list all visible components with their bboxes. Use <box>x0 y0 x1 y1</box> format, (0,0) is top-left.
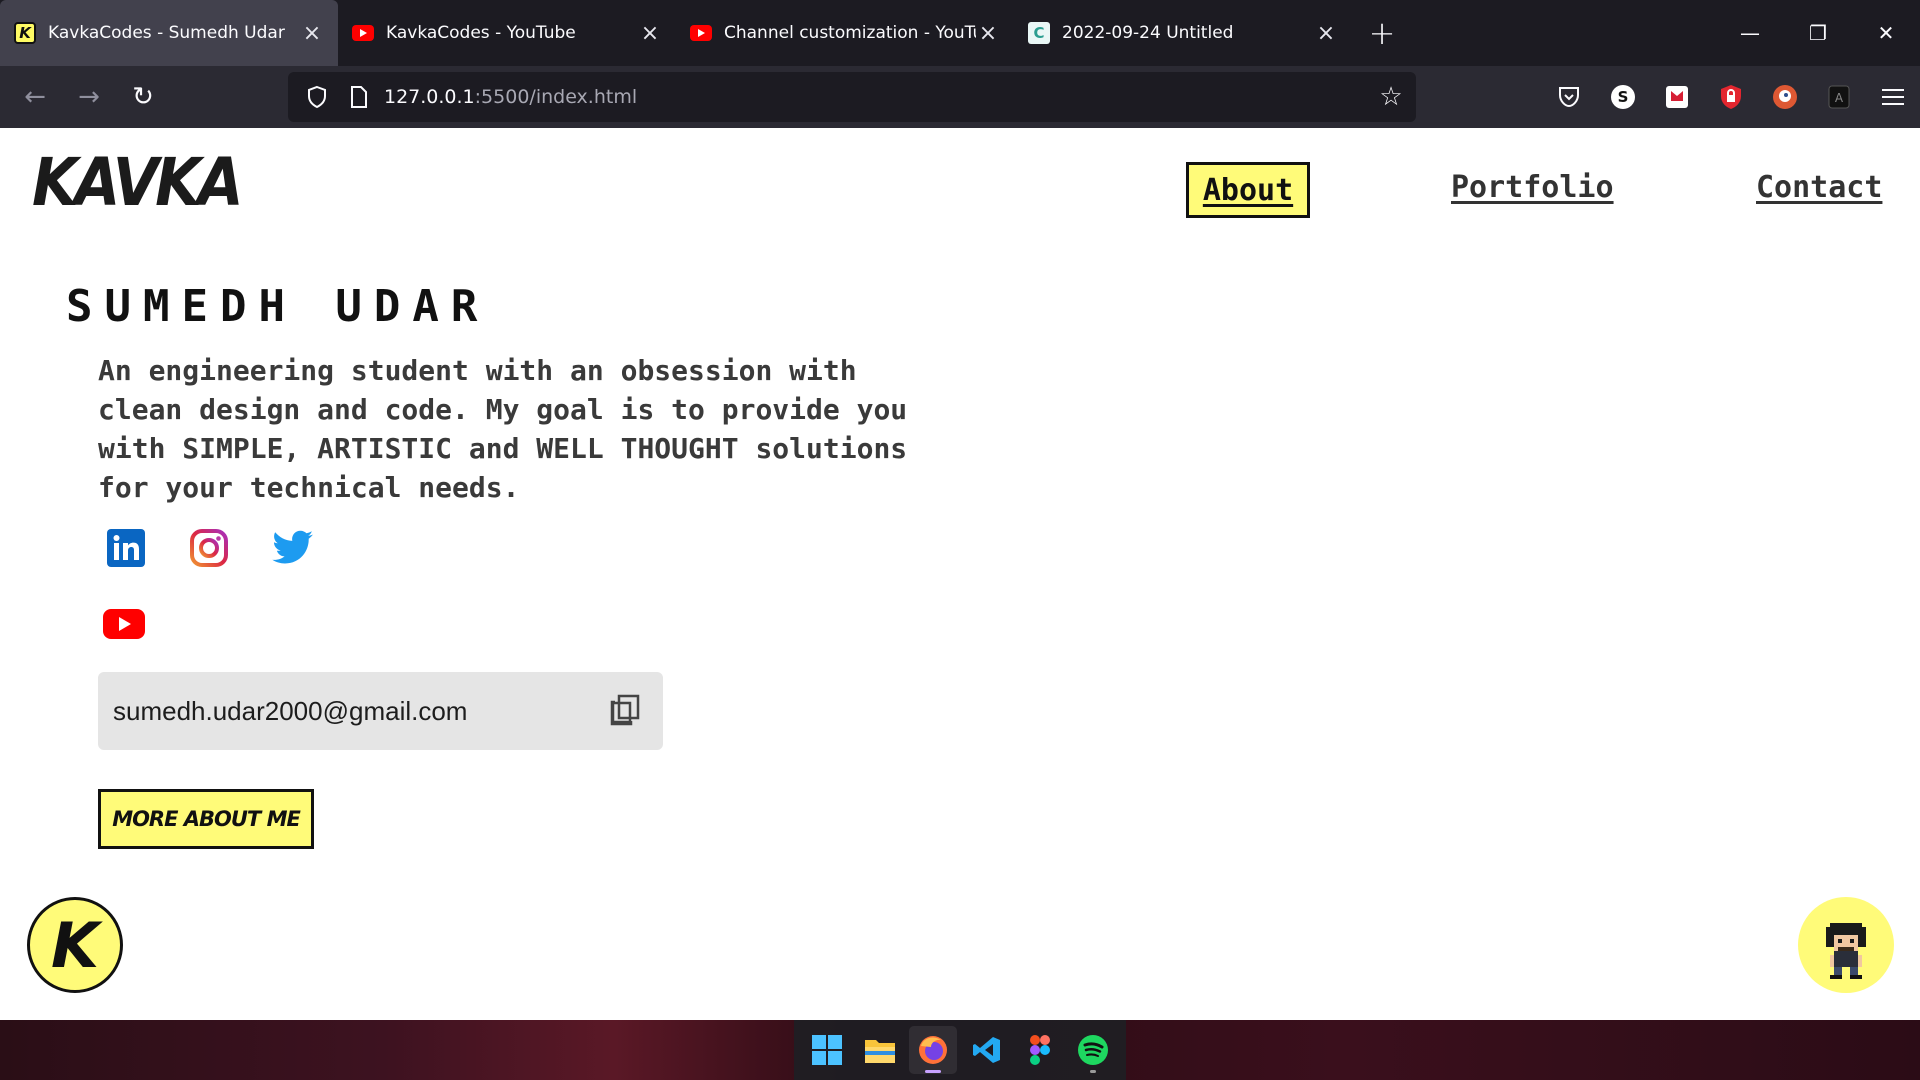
browser-tab-strip: K KavkaCodes - Sumedh Udar × KavkaCodes … <box>0 0 1920 66</box>
windows-start-icon[interactable] <box>803 1026 851 1074</box>
duckduckgo-icon[interactable] <box>1758 75 1812 119</box>
copy-icon[interactable] <box>607 692 643 728</box>
dark-extension-icon[interactable]: A <box>1812 75 1866 119</box>
bookmark-star-icon[interactable]: ☆ <box>1376 82 1406 112</box>
menu-hamburger-icon[interactable] <box>1866 75 1920 119</box>
linkedin-icon[interactable] <box>104 526 148 570</box>
tab-kavkacodes-sumedh-udar[interactable]: K KavkaCodes - Sumedh Udar × <box>0 0 338 66</box>
kavka-favicon-icon: K <box>14 22 36 44</box>
close-tab-icon[interactable]: × <box>976 21 1000 46</box>
active-app-indicator <box>925 1070 942 1073</box>
web-page: KAVKA About Portfolio Contact SUMEDH UDA… <box>0 128 1920 1020</box>
canva-favicon-icon: C <box>1028 22 1050 44</box>
browser-toolbar: ← → ↻ 127.0.0.1:5500/index.html ☆ S A <box>0 66 1920 128</box>
new-tab-button[interactable]: + <box>1352 0 1412 66</box>
forward-arrow-icon[interactable]: → <box>62 75 116 119</box>
pocket-icon[interactable] <box>1542 75 1596 119</box>
minimize-icon[interactable]: — <box>1716 0 1784 66</box>
svg-text:A: A <box>1835 91 1844 105</box>
extensions-area: S A <box>1542 66 1920 128</box>
tab-label: KavkaCodes - Sumedh Udar <box>48 23 285 43</box>
url-bar[interactable]: 127.0.0.1:5500/index.html ☆ <box>288 72 1416 122</box>
site-logo[interactable]: KAVKA <box>32 144 244 221</box>
taskbar-apps <box>794 1020 1126 1080</box>
url-path: :5500/index.html <box>474 86 638 108</box>
reload-icon[interactable]: ↻ <box>116 75 170 119</box>
nav-contact-link[interactable]: Contact <box>1756 170 1882 205</box>
tracking-shield-icon[interactable] <box>302 82 332 112</box>
youtube-icon[interactable] <box>102 602 146 646</box>
restore-icon[interactable]: ❐ <box>1784 0 1852 66</box>
page-title: SUMEDH UDAR <box>66 281 490 332</box>
bio-text: An engineering student with an obsession… <box>98 354 908 504</box>
email-box: sumedh.udar2000@gmail.com <box>98 672 663 750</box>
close-tab-icon[interactable]: × <box>638 21 662 46</box>
instagram-icon[interactable] <box>187 526 231 570</box>
ublock-shield-icon[interactable] <box>1704 75 1758 119</box>
file-explorer-icon[interactable] <box>856 1026 904 1074</box>
tab-untitled-design[interactable]: C 2022-09-24 Untitled × <box>1014 0 1352 66</box>
tab-label: 2022-09-24 Untitled <box>1062 23 1234 43</box>
youtube-favicon-icon <box>352 22 374 44</box>
tab-label: KavkaCodes - YouTube <box>386 23 576 43</box>
s-extension-icon[interactable]: S <box>1596 75 1650 119</box>
firefox-icon[interactable] <box>909 1026 958 1074</box>
twitter-icon[interactable] <box>271 526 315 570</box>
tab-kavkacodes-youtube[interactable]: KavkaCodes - YouTube × <box>338 0 676 66</box>
running-app-indicator <box>1090 1070 1097 1073</box>
save-to-extension-icon[interactable] <box>1650 75 1704 119</box>
pixel-avatar-button[interactable] <box>1798 897 1894 993</box>
nav-portfolio-link[interactable]: Portfolio <box>1451 170 1614 205</box>
pixel-avatar-icon <box>1826 923 1866 979</box>
close-tab-icon[interactable]: × <box>1314 21 1338 46</box>
corner-logo-button[interactable]: K <box>27 897 123 993</box>
vscode-icon[interactable] <box>963 1026 1011 1074</box>
tab-channel-customization[interactable]: Channel customization - YouTube × <box>676 0 1014 66</box>
tab-label: Channel customization - YouTube <box>724 23 976 43</box>
windows-taskbar <box>0 1020 1920 1080</box>
youtube-favicon-icon <box>690 22 712 44</box>
figma-icon[interactable] <box>1016 1026 1064 1074</box>
email-text: sumedh.udar2000@gmail.com <box>113 695 468 726</box>
page-info-icon[interactable] <box>344 82 374 112</box>
back-arrow-icon[interactable]: ← <box>8 75 62 119</box>
close-window-icon[interactable]: ✕ <box>1852 0 1920 66</box>
nav-about-link[interactable]: About <box>1186 162 1310 218</box>
more-about-me-button[interactable]: MORE ABOUT ME <box>98 789 314 849</box>
url-host: 127.0.0.1 <box>384 86 475 108</box>
close-tab-icon[interactable]: × <box>300 21 324 46</box>
window-controls: — ❐ ✕ <box>1716 0 1920 66</box>
svg-text:S: S <box>1618 88 1629 106</box>
spotify-icon[interactable] <box>1069 1026 1117 1074</box>
